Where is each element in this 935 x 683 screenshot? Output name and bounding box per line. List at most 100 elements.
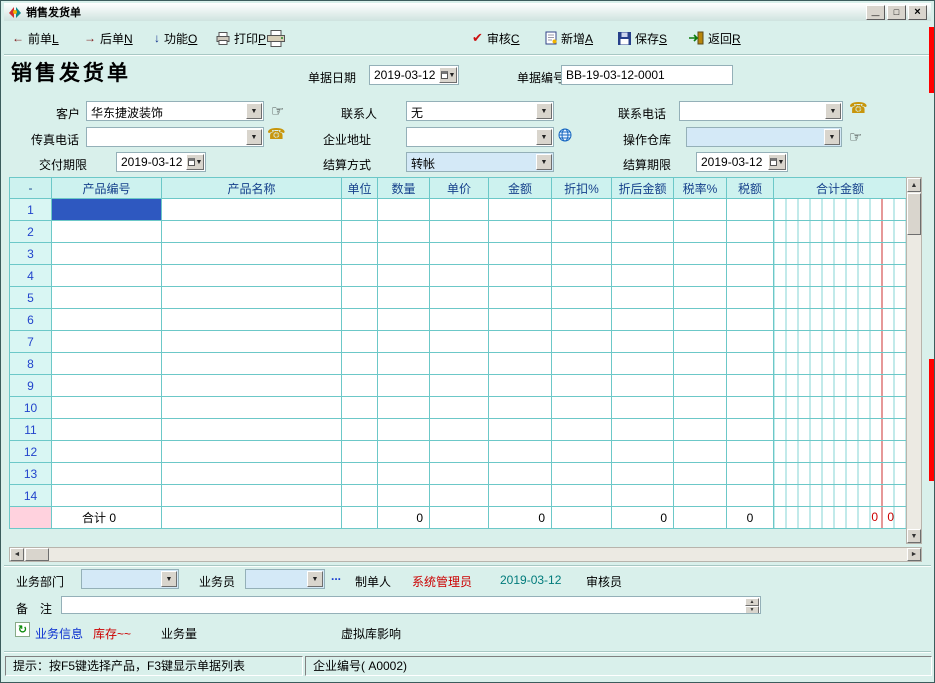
grid-cell[interactable] <box>612 199 674 221</box>
grid-cell[interactable] <box>52 485 162 507</box>
grid-cell-amount[interactable] <box>774 309 907 331</box>
dept-dropdown-button[interactable]: ▼ <box>161 571 177 587</box>
grid-cell[interactable] <box>552 287 612 309</box>
grid-cell[interactable] <box>674 375 727 397</box>
grid-cell[interactable] <box>612 485 674 507</box>
grid-cell[interactable] <box>552 375 612 397</box>
next-button[interactable]: → 后单N <box>84 28 133 48</box>
phone-icon[interactable]: ☎ <box>849 99 868 117</box>
grid-cell[interactable] <box>727 397 774 419</box>
dept-select[interactable]: ▼ <box>81 569 179 589</box>
grid-cell[interactable] <box>612 243 674 265</box>
grid-cell[interactable] <box>674 485 727 507</box>
grid-cell[interactable] <box>430 441 489 463</box>
grid-cell[interactable] <box>674 243 727 265</box>
grid-cell-selected[interactable] <box>52 199 162 221</box>
grid-cell-amount[interactable] <box>774 397 907 419</box>
row-number[interactable]: 4 <box>10 265 52 287</box>
grid-cell-amount[interactable] <box>774 265 907 287</box>
grid-cell[interactable] <box>552 397 612 419</box>
save-button[interactable]: 保存S <box>618 28 667 48</box>
grid-cell[interactable] <box>612 309 674 331</box>
warehouse-dropdown-button[interactable]: ▼ <box>824 129 840 145</box>
grid-cell[interactable] <box>342 441 378 463</box>
fax-phone-icon[interactable]: ☎ <box>267 125 286 143</box>
grid-cell[interactable] <box>342 397 378 419</box>
grid-cell[interactable] <box>489 221 552 243</box>
grid-cell[interactable] <box>552 331 612 353</box>
grid-cell[interactable] <box>727 419 774 441</box>
customer-select[interactable]: 华东捷波装饰 ▼ <box>86 101 264 121</box>
grid-cell-amount[interactable] <box>774 243 907 265</box>
grid-cell[interactable] <box>162 375 342 397</box>
grid-cell[interactable] <box>552 353 612 375</box>
grid-cell[interactable] <box>489 287 552 309</box>
grid-cell[interactable] <box>162 265 342 287</box>
globe-icon[interactable] <box>558 128 572 145</box>
contact-select[interactable]: 无 ▼ <box>406 101 554 121</box>
new-button[interactable]: 新增A <box>545 28 593 48</box>
row-number[interactable]: 11 <box>10 419 52 441</box>
grid-cell[interactable] <box>612 265 674 287</box>
grid-cell[interactable] <box>674 331 727 353</box>
grid-cell[interactable] <box>162 287 342 309</box>
grid-cell[interactable] <box>430 199 489 221</box>
row-number[interactable]: 7 <box>10 331 52 353</box>
more-button[interactable]: ... <box>331 569 341 583</box>
grid-cell-amount[interactable] <box>774 287 907 309</box>
contact-dropdown-button[interactable]: ▼ <box>536 103 552 119</box>
grid-cell-amount[interactable] <box>774 375 907 397</box>
grid-cell-amount[interactable] <box>774 199 907 221</box>
customer-lookup-hand-icon[interactable]: ☞ <box>271 102 284 120</box>
grid-cell[interactable] <box>430 375 489 397</box>
grid-cell[interactable] <box>52 331 162 353</box>
grid-cell[interactable] <box>430 243 489 265</box>
grid-cell[interactable] <box>612 353 674 375</box>
grid-cell[interactable] <box>52 397 162 419</box>
grid-cell[interactable] <box>612 375 674 397</box>
grid-cell[interactable] <box>674 397 727 419</box>
grid-cell[interactable] <box>727 287 774 309</box>
grid-cell[interactable] <box>430 353 489 375</box>
grid-cell[interactable] <box>430 485 489 507</box>
grid-cell[interactable] <box>162 485 342 507</box>
row-number[interactable]: 10 <box>10 397 52 419</box>
grid-cell[interactable] <box>674 419 727 441</box>
grid-cell[interactable] <box>342 199 378 221</box>
grid-cell[interactable] <box>342 309 378 331</box>
grid-cell[interactable] <box>378 265 430 287</box>
grid-cell[interactable] <box>674 441 727 463</box>
grid-cell[interactable] <box>52 243 162 265</box>
grid-cell[interactable] <box>378 463 430 485</box>
grid-cell[interactable] <box>52 463 162 485</box>
grid-cell[interactable] <box>552 309 612 331</box>
grid-cell[interactable] <box>489 243 552 265</box>
grid-cell[interactable] <box>52 309 162 331</box>
row-number[interactable]: 1 <box>10 199 52 221</box>
deadline-dropdown-button[interactable]: ▼ <box>768 154 786 170</box>
grid-cell[interactable] <box>378 221 430 243</box>
row-number[interactable]: 2 <box>10 221 52 243</box>
row-number[interactable]: 14 <box>10 485 52 507</box>
grid-cell-amount[interactable] <box>774 331 907 353</box>
minimize-button[interactable]: — <box>866 5 885 20</box>
scroll-right-button[interactable]: ► <box>907 548 921 561</box>
grid-cell[interactable] <box>552 265 612 287</box>
grid-cell[interactable] <box>727 221 774 243</box>
grid-cell[interactable] <box>52 265 162 287</box>
grid-cell-amount[interactable] <box>774 463 907 485</box>
grid-cell[interactable] <box>674 287 727 309</box>
grid-cell[interactable] <box>727 485 774 507</box>
row-number[interactable]: 6 <box>10 309 52 331</box>
grid-cell[interactable] <box>162 419 342 441</box>
grid-cell[interactable] <box>162 309 342 331</box>
grid-cell[interactable] <box>489 353 552 375</box>
grid-cell[interactable] <box>674 309 727 331</box>
grid-cell[interactable] <box>342 463 378 485</box>
grid-cell[interactable] <box>342 353 378 375</box>
grid-cell[interactable] <box>378 441 430 463</box>
grid-cell[interactable] <box>378 397 430 419</box>
scroll-down-button[interactable]: ▼ <box>907 529 921 543</box>
grid-cell[interactable] <box>727 331 774 353</box>
grid-cell[interactable] <box>162 441 342 463</box>
